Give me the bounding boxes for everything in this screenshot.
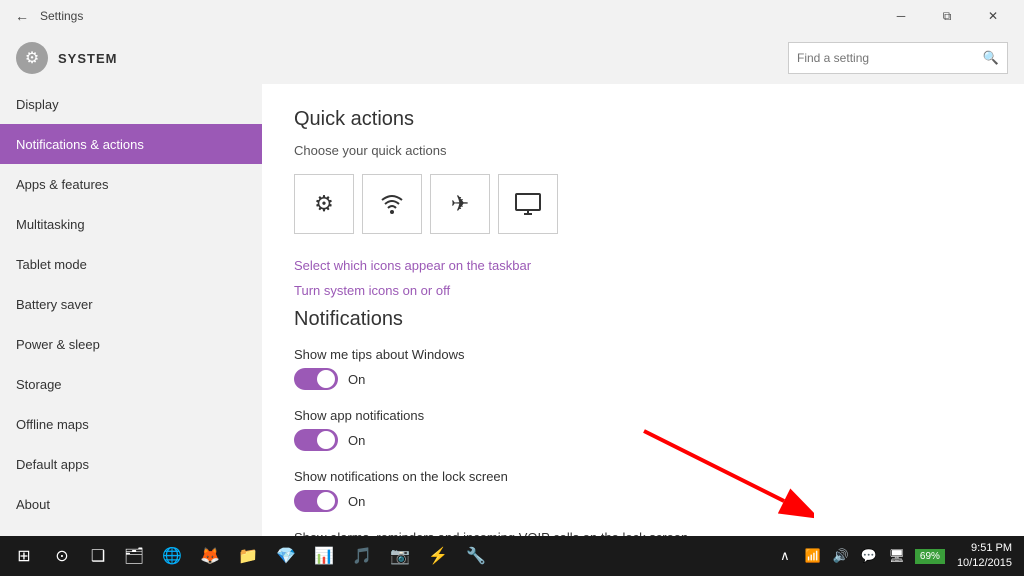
sidebar-item-storage[interactable]: Storage (0, 364, 262, 404)
quick-action-airplane[interactable]: ✈ (430, 174, 490, 234)
minimize-button[interactable]: ─ (878, 0, 924, 32)
window-controls: ─ ⧉ ✕ (878, 0, 1016, 32)
toggle-lock-notif-state: On (348, 494, 365, 509)
start-button[interactable]: ⊞ (4, 536, 44, 576)
quick-actions-subtitle: Choose your quick actions (294, 143, 992, 158)
main-layout: DisplayNotifications & actionsApps & fea… (0, 84, 1024, 536)
quick-actions-grid: ⚙ ✈ (294, 174, 992, 234)
toggle-app-notif-state: On (348, 433, 365, 448)
system-tray: ∧ 📶 🔊 💬 🖥 (771, 538, 911, 574)
tray-volume[interactable]: 🔊 (827, 538, 855, 574)
toggle-app-notif-switch[interactable] (294, 429, 338, 451)
taskbar-app-6[interactable]: 📊 (306, 538, 342, 574)
taskbar: ⊞ ⊙ ❑ 🗂 🌐 🦊 📁 💎 📊 🎵 📷 ⚡ 🔧 ∧ 📶 🔊 💬 🖥 69% … (0, 536, 1024, 576)
titlebar: ← Settings ─ ⧉ ✕ (0, 0, 1024, 32)
taskbar-right: ∧ 📶 🔊 💬 🖥 69% 9:51 PM 10/12/2015 (771, 538, 1020, 574)
sidebar-item-about[interactable]: About (0, 484, 262, 524)
taskbar-app-5[interactable]: 💎 (268, 538, 304, 574)
app-header: ⚙ SYSTEM 🔍 (0, 32, 1024, 84)
toggle-tips-switch[interactable] (294, 368, 338, 390)
toggle-lock-notif-switch[interactable] (294, 490, 338, 512)
taskbar-app-7[interactable]: 🎵 (344, 538, 380, 574)
toggle-lock-notif-label: Show notifications on the lock screen (294, 469, 992, 484)
clock-time: 9:51 PM (957, 541, 1012, 556)
tray-chevron[interactable]: ∧ (771, 538, 799, 574)
sidebar-item-default-apps[interactable]: Default apps (0, 444, 262, 484)
sidebar-item-apps---features[interactable]: Apps & features (0, 164, 262, 204)
search-box[interactable]: 🔍 (788, 42, 1008, 74)
search-input[interactable] (797, 51, 983, 65)
battery-text: 69% (920, 551, 940, 562)
system-icons-link[interactable]: Turn system icons on or off (294, 283, 992, 298)
toggle-tips-label: Show me tips about Windows (294, 347, 992, 362)
search-icon: 🔍 (983, 50, 999, 66)
tray-network[interactable]: 📶 (799, 538, 827, 574)
taskbar-app-4[interactable]: 📁 (230, 538, 266, 574)
toggle-lock-notif: Show notifications on the lock screen On (294, 469, 992, 512)
sidebar-item-battery-saver[interactable]: Battery saver (0, 284, 262, 324)
toggle-tips-state: On (348, 372, 365, 387)
app-title: SYSTEM (58, 51, 117, 66)
back-button[interactable]: ← (8, 2, 36, 30)
close-button[interactable]: ✕ (970, 0, 1016, 32)
taskbar-app-10[interactable]: 🔧 (458, 538, 494, 574)
battery-indicator[interactable]: 69% (915, 549, 945, 564)
content-area: Quick actions Choose your quick actions … (262, 84, 1024, 536)
tray-message[interactable]: 💬 (855, 538, 883, 574)
quick-action-wifi[interactable] (362, 174, 422, 234)
taskbar-icons-link[interactable]: Select which icons appear on the taskbar (294, 258, 992, 273)
sidebar-item-display[interactable]: Display (0, 84, 262, 124)
quick-action-settings[interactable]: ⚙ (294, 174, 354, 234)
taskbar-app-2[interactable]: 🌐 (154, 538, 190, 574)
titlebar-title: Settings (40, 9, 83, 23)
tray-screen[interactable]: 🖥 (883, 538, 911, 574)
sidebar-item-multitasking[interactable]: Multitasking (0, 204, 262, 244)
taskview-icon[interactable]: ❑ (80, 538, 116, 574)
maximize-button[interactable]: ⧉ (924, 0, 970, 32)
sidebar: DisplayNotifications & actionsApps & fea… (0, 84, 262, 536)
taskbar-apps: 🗂 🌐 🦊 📁 💎 📊 🎵 📷 ⚡ 🔧 (116, 538, 494, 574)
toggle-tips: Show me tips about Windows On (294, 347, 992, 390)
sidebar-item-offline-maps[interactable]: Offline maps (0, 404, 262, 444)
sidebar-item-power---sleep[interactable]: Power & sleep (0, 324, 262, 364)
quick-actions-title: Quick actions (294, 108, 992, 131)
system-icon: ⚙ (16, 42, 48, 74)
taskbar-app-8[interactable]: 📷 (382, 538, 418, 574)
sidebar-item-notifications---actions[interactable]: Notifications & actions (0, 124, 262, 164)
taskbar-app-9[interactable]: ⚡ (420, 538, 456, 574)
clock-date: 10/12/2015 (957, 556, 1012, 571)
sidebar-item-tablet-mode[interactable]: Tablet mode (0, 244, 262, 284)
toggle-app-notif: Show app notifications On (294, 408, 992, 451)
taskbar-app-3[interactable]: 🦊 (192, 538, 228, 574)
toggle-app-notif-label: Show app notifications (294, 408, 992, 423)
quick-action-screen[interactable] (498, 174, 558, 234)
notifications-title: Notifications (294, 308, 992, 331)
taskbar-app-1[interactable]: 🗂 (116, 538, 152, 574)
cortana-icon[interactable]: ⊙ (44, 538, 80, 574)
system-clock[interactable]: 9:51 PM 10/12/2015 (949, 541, 1020, 572)
